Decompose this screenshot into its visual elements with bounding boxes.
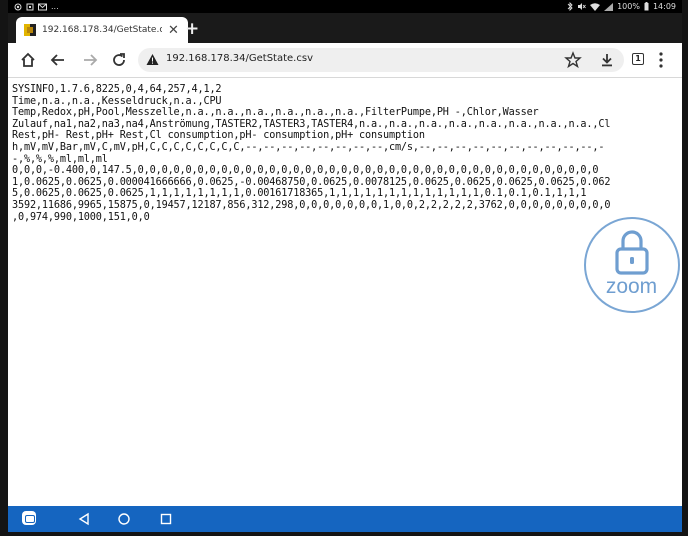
csv-line: 0,0,0,-0.400,0,147.5,0,0,0,0,0,0,0,0,0,0… bbox=[12, 165, 599, 177]
not-secure-warning-icon[interactable] bbox=[146, 53, 159, 66]
tab-switcher-button[interactable]: 1 bbox=[632, 53, 644, 65]
forward-arrow-icon[interactable] bbox=[80, 51, 100, 69]
csv-line: 1,0.0625,0.0625,0.000041666666,0.0625,-0… bbox=[12, 176, 611, 188]
tablet-screen: ... 100% 14:09 192.168.178.34/GetState.c… bbox=[8, 0, 682, 532]
csv-line: Rest,pH- Rest,pH+ Rest,Cl consumption,pH… bbox=[12, 130, 425, 142]
navigation-bar bbox=[8, 506, 682, 532]
csv-line: Temp,Redox,pH,Pool,Messzelle,n.a.,n.a.,n… bbox=[12, 107, 539, 119]
address-bar[interactable]: 192.168.178.34/GetState.csv bbox=[138, 48, 624, 72]
page-content: SYSINFO,1.7.6,8225,0,4,64,257,4,1,2 Time,… bbox=[8, 78, 682, 506]
csv-line: h,mV,mV,Bar,mV,C,mV,pH,C,C,C,C,C,C,C,C,-… bbox=[12, 141, 605, 153]
record-icon bbox=[14, 3, 22, 10]
url-text[interactable]: 192.168.178.34/GetState.csv bbox=[166, 53, 313, 64]
bookmark-star-icon[interactable] bbox=[563, 51, 583, 69]
close-tab-icon[interactable]: ✕ bbox=[168, 23, 179, 38]
tab-title: 192.168.178.34/GetState.csv bbox=[42, 25, 162, 35]
signal-icon bbox=[604, 2, 614, 11]
new-tab-button[interactable]: + bbox=[185, 19, 199, 39]
csv-text: SYSINFO,1.7.6,8225,0,4,64,257,4,1,2 Time,… bbox=[12, 84, 678, 223]
mail-icon bbox=[38, 3, 47, 10]
mute-icon bbox=[578, 3, 586, 10]
back-arrow-icon[interactable] bbox=[48, 51, 68, 69]
home-nav-icon[interactable] bbox=[117, 512, 131, 526]
csv-line: SYSINFO,1.7.6,8225,0,4,64,257,4,1,2 bbox=[12, 84, 222, 95]
site-favicon-icon bbox=[24, 24, 36, 36]
download-icon[interactable] bbox=[597, 51, 617, 69]
reload-icon[interactable] bbox=[109, 51, 129, 69]
battery-icon bbox=[644, 2, 649, 11]
lock-icon bbox=[615, 230, 649, 275]
clock: 14:09 bbox=[652, 2, 676, 11]
remote-support-icon[interactable] bbox=[22, 511, 36, 525]
bluetooth-icon bbox=[567, 2, 573, 11]
csv-line: 3592,11686,9965,15875,0,19457,12187,856,… bbox=[12, 199, 611, 211]
overflow-menu-icon[interactable] bbox=[658, 51, 664, 69]
wifi-icon bbox=[590, 2, 601, 11]
csv-line: Zulauf,na1,na2,na3,na4,Anströmung,TASTER… bbox=[12, 118, 611, 130]
sim-icon bbox=[26, 3, 34, 10]
home-icon[interactable] bbox=[18, 51, 38, 69]
status-bar: ... 100% 14:09 bbox=[8, 0, 682, 13]
tab-strip: 192.168.178.34/GetState.csv ✕ + bbox=[8, 13, 682, 43]
browser-toolbar: 192.168.178.34/GetState.csv 1 bbox=[8, 43, 682, 78]
back-icon[interactable] bbox=[77, 512, 91, 526]
zoom-label: zoom bbox=[605, 275, 658, 298]
zoom-overlay-button[interactable]: zoom bbox=[584, 217, 680, 313]
browser-tab[interactable]: 192.168.178.34/GetState.csv ✕ bbox=[16, 17, 188, 43]
csv-line: Time,n.a.,n.a.,Kesseldruck,n.a.,CPU bbox=[12, 95, 222, 107]
battery-percentage: 100% bbox=[617, 2, 640, 11]
csv-line: 5,0.0625,0.0625,0.0625,1,1,1,1,1,1,1,1,0… bbox=[12, 188, 587, 200]
more-notifications: ... bbox=[51, 2, 59, 11]
csv-line: -,%,%,%,ml,ml,ml bbox=[12, 153, 108, 165]
csv-line: ,0,974,990,1000,151,0,0 bbox=[12, 211, 150, 223]
recents-icon[interactable] bbox=[159, 512, 173, 526]
